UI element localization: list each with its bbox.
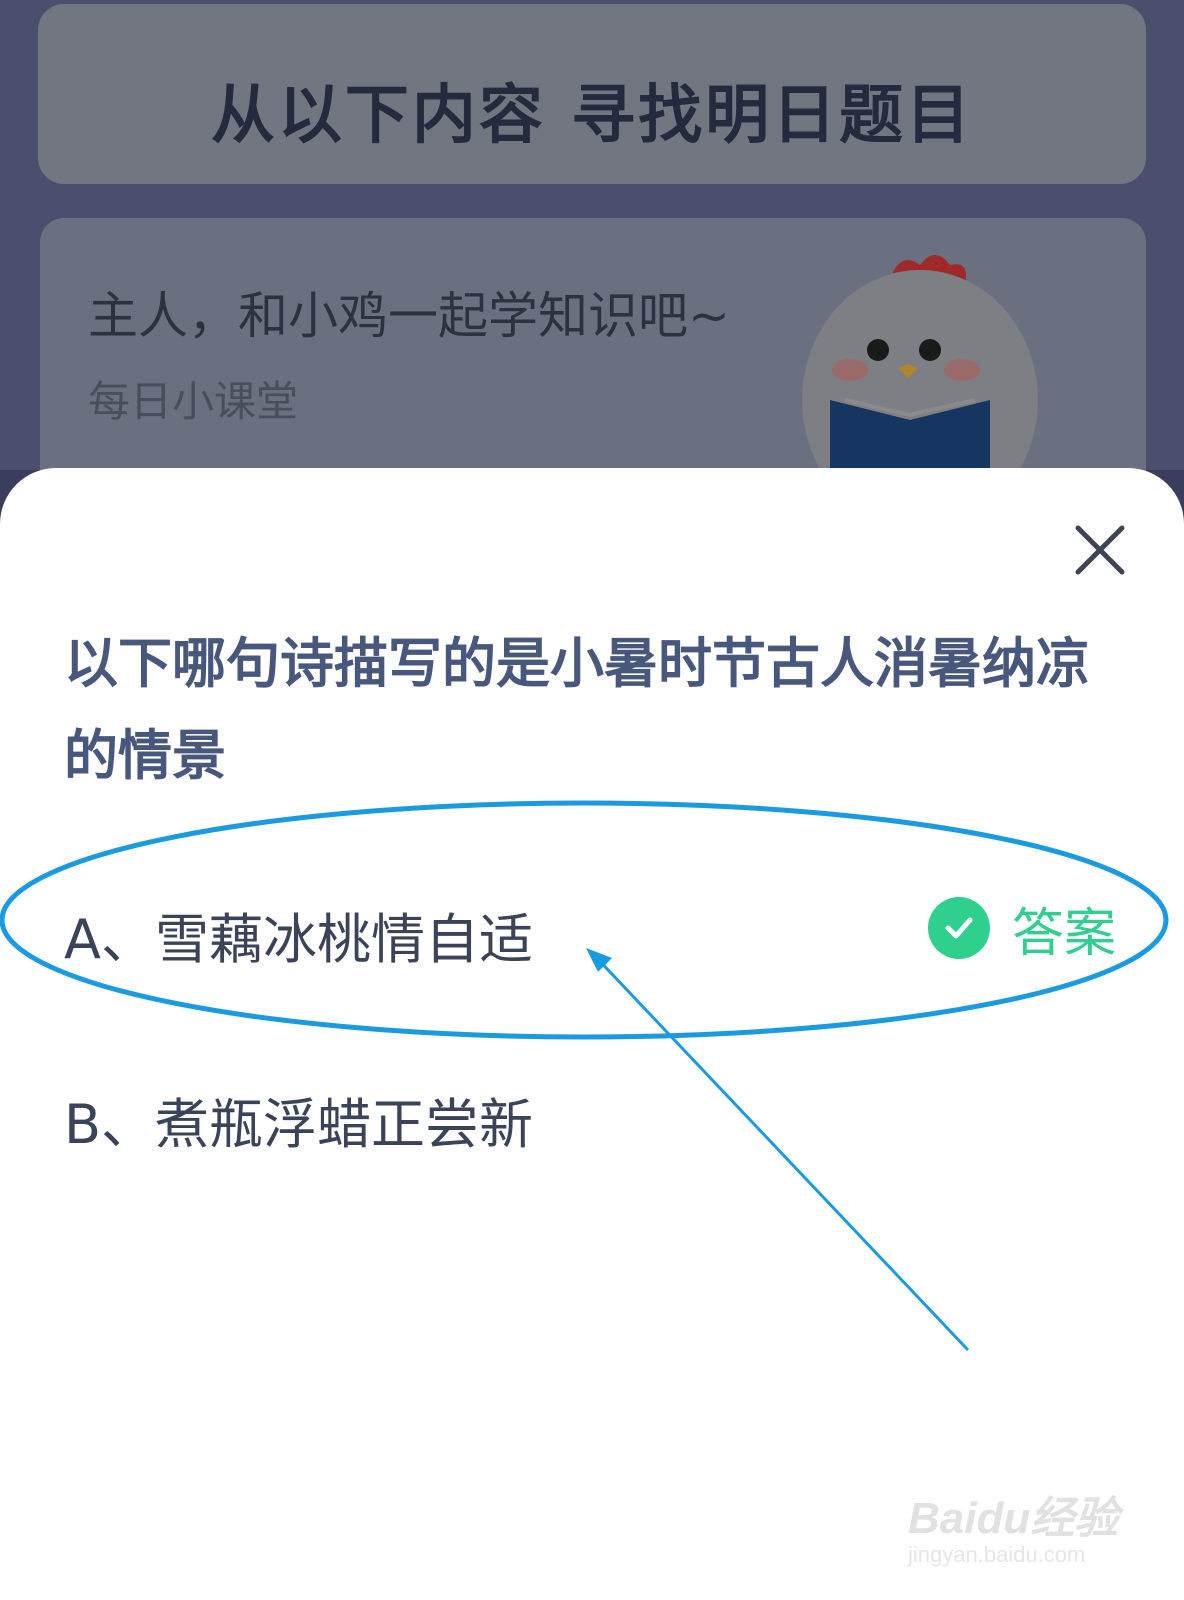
answer-label: 答案 [1012,903,1117,964]
lesson-title: 主人，和小鸡一起学知识吧~ [88,287,730,345]
banner: 从以下内容 寻找明日题目 [38,4,1146,184]
baidu-watermark: Baidu经验 jingyan.baidu.com [908,1482,1118,1568]
check-icon [928,897,990,959]
watermark-brand: Baidu经验 [908,1494,1119,1543]
answer-badge: 答案 [928,896,1116,964]
lesson-subtitle: 每日小课堂 [88,377,299,426]
close-button[interactable] [1068,518,1132,582]
banner-title: 从以下内容 寻找明日题目 [210,79,974,153]
option-a[interactable]: A、雪藕冰桃情自适 [64,895,533,974]
close-icon [1075,525,1125,575]
question-text: 以下哪句诗描写的是小暑时节古人消暑纳凉的情景 [64,632,1090,787]
option-b[interactable]: B、煮瓶浮蜡正尝新 [64,1080,533,1159]
chick-mascot-icon [802,255,1038,480]
